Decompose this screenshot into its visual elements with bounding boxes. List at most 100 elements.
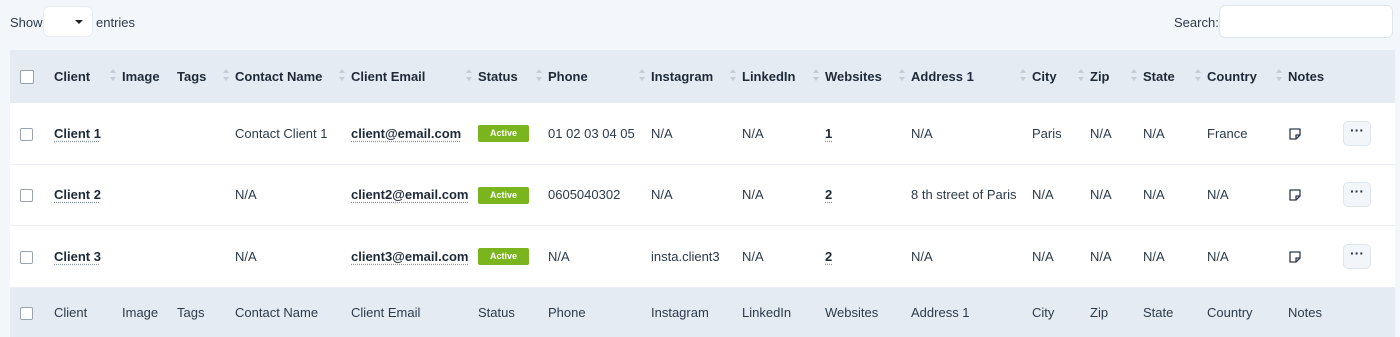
row-actions-button[interactable]: ···	[1343, 243, 1371, 269]
column-header-tags[interactable]: Tags	[177, 50, 235, 103]
column-header-address-1[interactable]: Address 1	[911, 50, 1032, 103]
table-row: Client 1 Contact Client 1 client@email.c…	[10, 103, 1395, 164]
row-checkbox[interactable]	[20, 127, 33, 141]
column-header-phone[interactable]: Phone	[548, 50, 651, 103]
linkedin-cell: N/A	[742, 125, 764, 141]
column-header-actions	[1343, 50, 1395, 103]
table-footer-row: Client Image Tags Contact Name Client Em…	[10, 287, 1395, 337]
contact-name-cell: N/A	[235, 187, 257, 202]
instagram-cell: N/A	[651, 187, 673, 202]
select-all-cell	[10, 50, 54, 103]
clients-table-container: Client Image Tags Contact Name Client Em…	[10, 50, 1395, 337]
sort-icon	[899, 69, 905, 83]
linkedin-cell: N/A	[742, 248, 764, 264]
sort-icon	[813, 69, 819, 83]
sort-icon	[223, 69, 229, 83]
footer-label-status: Status	[478, 305, 515, 321]
column-header-instagram[interactable]: Instagram	[651, 50, 742, 103]
search-input[interactable]	[1219, 5, 1393, 38]
sort-icon	[1276, 69, 1282, 83]
footer-label-client: Client	[54, 305, 88, 321]
column-header-city[interactable]: City	[1032, 50, 1090, 103]
table-row: Client 3 N/A client3@email.com Active N/…	[10, 225, 1395, 287]
footer-label-address-1: Address 1	[911, 305, 970, 321]
websites-link[interactable]: 2	[825, 187, 832, 202]
sort-icon	[466, 69, 472, 83]
client-tags-cell	[177, 164, 235, 225]
client-image-cell	[122, 164, 177, 225]
column-header-client-email[interactable]: Client Email	[351, 50, 478, 103]
footer-label-state: State	[1143, 305, 1174, 321]
phone-cell: N/A	[548, 248, 570, 264]
zip-cell: N/A	[1090, 187, 1112, 202]
client-image-cell	[122, 103, 177, 164]
footer-label-country: Country	[1207, 305, 1253, 321]
address-cell: N/A	[911, 248, 933, 264]
select-all-checkbox-footer[interactable]	[20, 307, 33, 321]
entries-per-page-select[interactable]	[43, 6, 93, 37]
sort-icon	[639, 69, 645, 83]
websites-link[interactable]: 2	[825, 249, 832, 264]
client-image-cell	[122, 225, 177, 287]
column-header-state[interactable]: State	[1143, 50, 1207, 103]
column-header-linkedin[interactable]: LinkedIn	[742, 50, 825, 103]
column-header-zip[interactable]: Zip	[1090, 50, 1143, 103]
state-cell: N/A	[1143, 248, 1165, 264]
address-cell: N/A	[911, 125, 933, 141]
client-link[interactable]: Client 1	[54, 126, 101, 141]
sort-icon	[1020, 69, 1026, 83]
client-email-link[interactable]: client3@email.com	[351, 249, 468, 264]
row-actions-button[interactable]: ···	[1343, 182, 1371, 207]
column-header-contact-name[interactable]: Contact Name	[235, 50, 351, 103]
row-checkbox[interactable]	[20, 189, 33, 203]
column-header-notes: Notes	[1288, 69, 1325, 84]
status-badge: Active	[478, 186, 529, 204]
note-icon[interactable]	[1288, 127, 1302, 141]
client-email-link[interactable]: client2@email.com	[351, 187, 468, 202]
client-tags-cell	[177, 225, 235, 287]
note-icon[interactable]	[1288, 250, 1302, 264]
note-icon[interactable]	[1288, 188, 1302, 202]
footer-label-contact-name: Contact Name	[235, 305, 319, 321]
client-email-link[interactable]: client@email.com	[351, 126, 461, 141]
column-header-country[interactable]: Country	[1207, 50, 1288, 103]
column-header-image: Image	[122, 69, 160, 84]
linkedin-cell: N/A	[742, 187, 764, 202]
status-badge: Active	[478, 125, 529, 143]
zip-cell: N/A	[1090, 125, 1112, 141]
phone-cell: 01 02 03 04 05	[548, 125, 635, 141]
country-cell: N/A	[1207, 248, 1229, 264]
clients-table: Client Image Tags Contact Name Client Em…	[10, 50, 1395, 337]
sort-icon	[730, 69, 736, 83]
footer-actions-cell	[1343, 287, 1395, 337]
footer-label-tags: Tags	[177, 305, 205, 321]
state-cell: N/A	[1143, 187, 1165, 202]
row-checkbox[interactable]	[20, 250, 33, 264]
client-link[interactable]: Client 3	[54, 249, 101, 264]
status-badge: Active	[478, 248, 529, 265]
country-cell: N/A	[1207, 187, 1229, 202]
state-cell: N/A	[1143, 125, 1165, 141]
sort-icon	[1131, 69, 1137, 83]
table-row: Client 2 N/A client2@email.com Active 06…	[10, 164, 1395, 225]
contact-name-cell: N/A	[235, 248, 257, 264]
footer-label-zip: Zip	[1090, 305, 1109, 321]
row-actions-button[interactable]: ···	[1343, 120, 1371, 146]
table-header-row: Client Image Tags Contact Name Client Em…	[10, 50, 1395, 103]
footer-label-instagram: Instagram	[651, 305, 709, 321]
sort-icon	[110, 69, 116, 83]
table-controls: Show entries Search:	[0, 0, 1400, 46]
column-header-websites[interactable]: Websites	[825, 50, 911, 103]
sort-icon	[1078, 69, 1084, 83]
column-header-status[interactable]: Status	[478, 50, 548, 103]
client-tags-cell	[177, 103, 235, 164]
websites-link[interactable]: 1	[825, 126, 832, 141]
footer-label-websites: Websites	[825, 305, 879, 321]
column-header-client[interactable]: Client	[54, 50, 122, 103]
select-all-checkbox[interactable]	[20, 70, 34, 85]
footer-label-notes: Notes	[1288, 305, 1322, 321]
footer-label-image: Image	[122, 305, 159, 321]
sort-icon	[339, 69, 345, 83]
caret-down-icon	[75, 20, 83, 24]
client-link[interactable]: Client 2	[54, 187, 101, 202]
